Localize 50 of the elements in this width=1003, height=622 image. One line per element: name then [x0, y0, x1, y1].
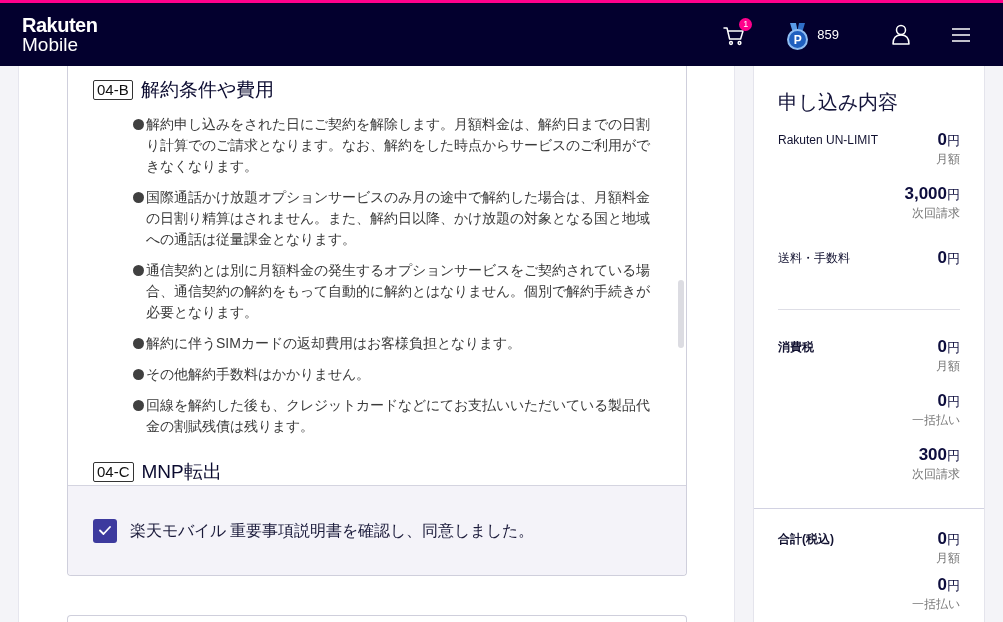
menu-icon: [952, 27, 970, 42]
price: 0円: [937, 337, 960, 357]
price-note: 一括払い: [912, 412, 960, 429]
section-title: 解約条件や費用: [140, 79, 274, 101]
price-note: 月額: [936, 550, 960, 567]
summary-title: 申し込み内容: [778, 90, 899, 115]
bullet-icon: [133, 119, 144, 130]
account-button[interactable]: [892, 24, 910, 45]
user-icon: [892, 24, 910, 45]
price: 0円: [937, 575, 960, 595]
price-note: 一括払い: [912, 596, 960, 613]
bullet-icon: [133, 369, 144, 380]
price-note: 次回請求: [912, 466, 960, 483]
price: 0円: [937, 391, 960, 411]
bullet-text: 通信契約とは別に月額料金の発生するオプションサービスをご契約されている場合、通信契約の解約をもって自動的に解約とはなりません。個別で解約手続きが必要となります。: [146, 261, 651, 322]
agreement-label[interactable]: 楽天モバイル 重要事項説明書を確認し、同意しました。: [130, 519, 535, 542]
scrollbar-thumb[interactable]: [678, 280, 684, 348]
points-badge: P: [787, 29, 809, 50]
bullet-text: 国際通話かけ放題オプションサービスのみ月の途中で解約した場合は、月額料金の日割り精算はされません。また、解約日以降、かけ放題の対象となる国と地域への通話は従量課金となります。: [146, 188, 651, 249]
price: 0円: [937, 529, 960, 549]
section-code: 04-C: [93, 462, 134, 482]
agreement-checkbox[interactable]: [93, 518, 117, 543]
cart-count-badge: 1: [739, 17, 753, 31]
bullet-icon: [133, 338, 144, 349]
line-item-label: 消費税: [778, 339, 814, 356]
section-title: MNP転出: [141, 461, 222, 483]
bullet-text: 解約申し込みをされた日にご契約を解除します。月額料金は、解約日までの日割り計算でのご請求となります。なお、解約をした時点からサービスのご利用ができなくなります。: [146, 115, 651, 176]
bullet-icon: [133, 265, 144, 276]
price: 0円: [937, 130, 960, 150]
price-note: 月額: [936, 151, 960, 168]
bullet-text: 回線を解約した後も、クレジットカードなどにてお支払いいただいている製品代金の割賦残債は残ります。: [146, 396, 651, 436]
menu-button[interactable]: [952, 27, 970, 42]
cart-button[interactable]: [723, 25, 746, 46]
line-item-label: 合計(税込): [778, 531, 834, 548]
checkmark-icon: [99, 526, 111, 535]
line-item-label: 送料・手数料: [778, 250, 850, 267]
section-code: 04-B: [93, 80, 133, 100]
bullet-text: 解約に伴うSIMカードの返却費用はお客様負担となります。: [146, 334, 522, 353]
price: 3,000円: [904, 184, 960, 204]
bullet-icon: [133, 192, 144, 203]
line-item-label: Rakuten UN-LIMIT: [778, 132, 879, 149]
cart-icon: [723, 25, 746, 46]
price: 300円: [918, 445, 960, 465]
bullet-text: その他解約手数料はかかりません。: [146, 365, 371, 384]
price-note: 月額: [936, 358, 960, 375]
price-note: 次回請求: [912, 205, 960, 222]
price: 0円: [937, 248, 960, 268]
logo-link[interactable]: Rakuten Mobile: [22, 15, 98, 54]
points-balance: 859: [817, 25, 839, 44]
bullet-icon: [133, 400, 144, 411]
